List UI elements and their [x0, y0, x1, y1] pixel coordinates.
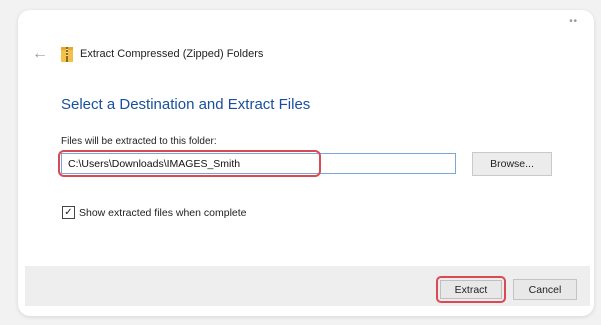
cancel-button[interactable]: Cancel [513, 279, 577, 300]
page-heading: Select a Destination and Extract Files [61, 96, 311, 113]
extract-button[interactable]: Extract [440, 280, 502, 299]
zip-folder-icon-graphic [61, 47, 73, 62]
back-arrow-icon[interactable]: ← [32, 45, 48, 63]
dialog-footer [25, 266, 590, 306]
destination-path-input[interactable] [61, 153, 456, 174]
zip-folder-icon [61, 46, 73, 62]
browse-button[interactable]: Browse... [472, 152, 552, 176]
window-title: Extract Compressed (Zipped) Folders [80, 48, 264, 60]
show-files-label: Show extracted files when complete [79, 206, 247, 219]
show-files-checkbox[interactable]: ✓ [62, 206, 75, 219]
checkmark-icon: ✓ [64, 206, 73, 218]
show-files-option[interactable]: ✓ Show extracted files when complete [62, 206, 247, 219]
window-controls-icon[interactable]: • • [569, 16, 577, 27]
extract-dialog: • • ← Extract Compressed (Zipped) Folder… [18, 10, 594, 316]
destination-label: Files will be extracted to this folder: [61, 136, 217, 147]
